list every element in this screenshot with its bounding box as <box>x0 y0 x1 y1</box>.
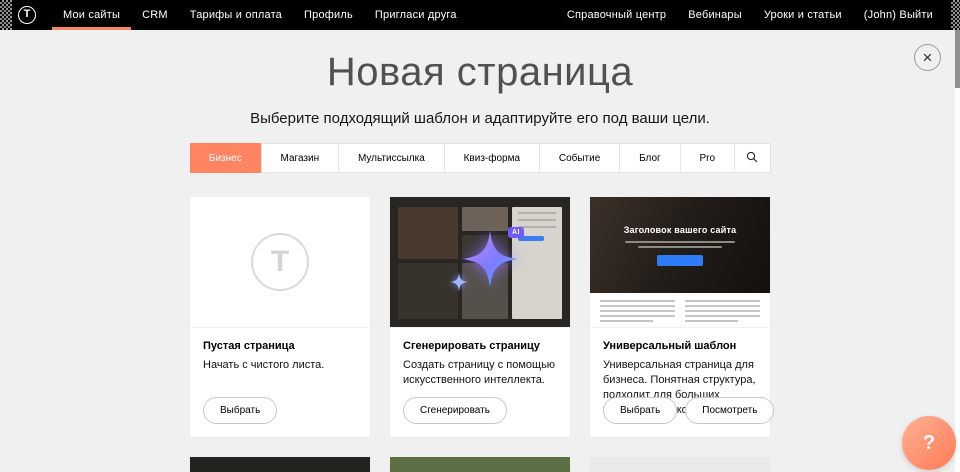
card-description: Создать страницу с помощью искусственног… <box>403 358 557 388</box>
ai-star-icon <box>462 231 518 287</box>
topbar-left-nav: Мои сайты CRM Тарифы и оплата Профиль Пр… <box>52 0 468 30</box>
tab-label: Квиз-форма <box>464 153 520 164</box>
nav-help-center[interactable]: Справочный центр <box>556 0 677 30</box>
tilda-logo[interactable]: T <box>18 6 36 24</box>
template-card-partial <box>190 457 370 472</box>
tab-label: Магазин <box>281 153 320 164</box>
template-grid: T Пустая страница Начать с чистого листа… <box>190 197 770 472</box>
template-card-partial <box>390 457 570 472</box>
help-button[interactable]: ? <box>902 416 956 470</box>
template-preview-image <box>190 457 370 472</box>
card-title: Пустая страница <box>203 340 357 352</box>
nav-label: Вебинары <box>688 9 742 21</box>
nav-label: Пригласи друга <box>375 9 457 21</box>
universal-template-preview: Заголовок вашего сайта <box>590 197 770 328</box>
template-hero-subtext <box>638 246 722 248</box>
card-title: Сгенерировать страницу <box>403 340 557 352</box>
collage-panel <box>512 207 562 319</box>
template-hero-subtext <box>625 241 735 243</box>
template-preview-image <box>390 457 570 472</box>
template-card-universal: Заголовок вашего сайта Универсальный шаб… <box>590 197 770 437</box>
blank-page-preview: T <box>190 197 370 328</box>
nav-crm[interactable]: CRM <box>131 0 179 30</box>
scrollbar-thumb[interactable] <box>955 30 960 88</box>
tab-label: Блог <box>639 153 661 164</box>
screen-edge-artifact-left <box>0 0 12 30</box>
generate-button[interactable]: Сгенерировать <box>403 397 507 424</box>
nav-webinars[interactable]: Вебинары <box>677 0 753 30</box>
tilda-watermark-icon: T <box>251 233 309 291</box>
tab-label: Событие <box>559 153 600 164</box>
page-subtitle: Выберите подходящий шаблон и адаптируйте… <box>0 110 960 127</box>
template-hero-button <box>657 255 703 266</box>
close-icon[interactable]: × <box>914 44 941 71</box>
tab-blog[interactable]: Блог <box>619 144 679 172</box>
tab-quiz-form[interactable]: Квиз-форма <box>444 144 539 172</box>
nav-profile[interactable]: Профиль <box>293 0 364 30</box>
tab-label: Мультиссылка <box>358 153 425 164</box>
topbar: T Мои сайты CRM Тарифы и оплата Профиль … <box>0 0 960 30</box>
nav-lessons[interactable]: Уроки и статьи <box>753 0 853 30</box>
template-hero: Заголовок вашего сайта <box>590 197 770 293</box>
collage-photo <box>398 263 458 319</box>
page-title: Новая страница <box>0 50 960 95</box>
choose-button[interactable]: Выбрать <box>603 397 677 424</box>
nav-label: (John) Выйти <box>864 9 933 21</box>
template-preview-image <box>590 457 770 472</box>
tab-label: Бизнес <box>209 153 242 164</box>
tab-event[interactable]: Событие <box>539 144 619 172</box>
template-card-ai: AI Сгенерировать страницу Создать страни… <box>390 197 570 437</box>
nav-invite-friend[interactable]: Пригласи друга <box>364 0 468 30</box>
nav-logout[interactable]: (John) Выйти <box>853 0 944 30</box>
tab-pro[interactable]: Pro <box>680 144 734 172</box>
card-description: Начать с чистого листа. <box>203 358 357 373</box>
tab-label: Pro <box>700 153 716 164</box>
tab-business[interactable]: Бизнес <box>190 143 261 173</box>
tab-search[interactable] <box>734 144 770 172</box>
ai-generate-preview: AI <box>390 197 570 328</box>
tab-multilink[interactable]: Мультиссылка <box>338 144 444 172</box>
template-hero-title: Заголовок вашего сайта <box>590 225 770 235</box>
nav-label: Профиль <box>304 9 353 21</box>
nav-label: Уроки и статьи <box>764 9 842 21</box>
template-card-partial <box>590 457 770 472</box>
ai-badge: AI <box>508 227 524 238</box>
template-text-section <box>590 293 770 328</box>
choose-button[interactable]: Выбрать <box>203 397 277 424</box>
template-card-blank: T Пустая страница Начать с чистого листа… <box>190 197 370 437</box>
collage-photo <box>462 207 508 231</box>
topbar-right-nav: Справочный центр Вебинары Уроки и статьи… <box>556 0 960 30</box>
nav-my-sites[interactable]: Мои сайты <box>52 0 131 30</box>
card-title: Универсальный шаблон <box>603 340 757 352</box>
screen-edge-artifact-right <box>951 0 960 30</box>
scrollbar-track[interactable] <box>955 30 960 472</box>
collage-photo <box>398 207 458 259</box>
nav-tariffs[interactable]: Тарифы и оплата <box>179 0 293 30</box>
template-category-tabs: Бизнес Магазин Мультиссылка Квиз-форма С… <box>190 143 771 173</box>
nav-label: Мои сайты <box>63 9 120 21</box>
nav-label: Тарифы и оплата <box>190 9 282 21</box>
nav-label: CRM <box>142 9 168 21</box>
preview-button[interactable]: Посмотреть <box>685 397 774 424</box>
nav-label: Справочный центр <box>567 9 666 21</box>
tab-shop[interactable]: Магазин <box>261 144 338 172</box>
search-icon <box>746 151 758 166</box>
